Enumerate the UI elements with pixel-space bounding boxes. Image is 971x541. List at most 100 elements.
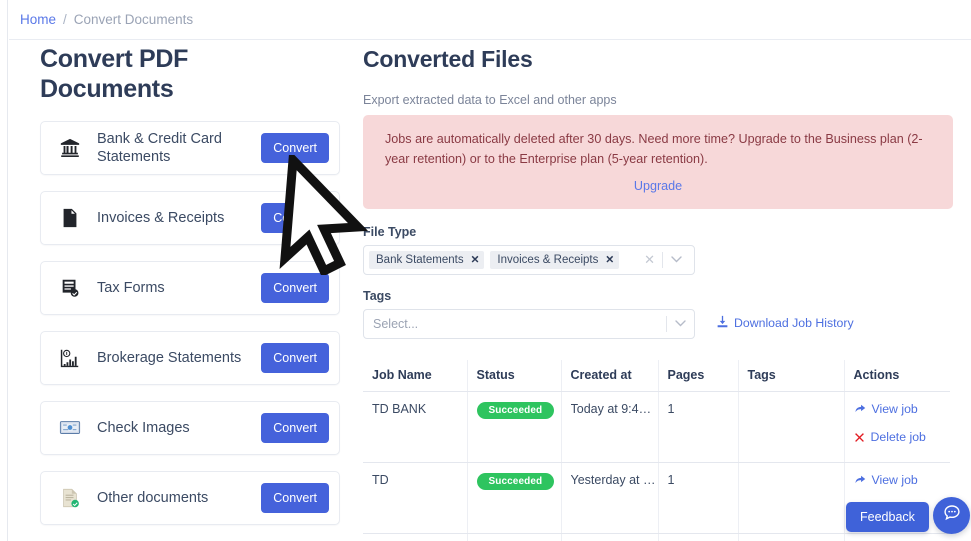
cell-status: Succeeded [467, 462, 562, 534]
convert-button-tax-forms[interactable]: Convert [261, 273, 329, 303]
delete-job-label: Delete job [870, 430, 926, 444]
view-job-link[interactable]: View job [854, 402, 951, 416]
delete-job-link[interactable]: Delete job [854, 430, 951, 444]
chip-label: Bank Statements [376, 254, 464, 266]
file-type-chip-bank-statements[interactable]: Bank Statements ✕ [369, 251, 485, 269]
doc-card-label: Brokerage Statements [97, 350, 242, 366]
table-header-row: Job Name Status Created at Pages Tags Ac… [363, 360, 950, 392]
cell-job-name: TD BANK [363, 391, 468, 463]
cell-created-at: Yesterday at 9:... [561, 533, 659, 541]
feedback-button[interactable]: Feedback [846, 502, 929, 532]
doc-card-check-images[interactable]: Check Images Convert [40, 401, 340, 455]
cell-status: Succeeded [467, 391, 562, 463]
convert-button-check-images[interactable]: Convert [261, 413, 329, 443]
breadcrumb-separator: / [63, 12, 67, 27]
download-icon [716, 315, 734, 331]
status-badge: Succeeded [476, 402, 555, 419]
breadcrumb: Home / Convert Documents [9, 0, 971, 40]
brokerage-icon [55, 347, 85, 369]
doc-card-tax-forms[interactable]: Tax Forms Convert [40, 261, 340, 315]
check-image-icon [55, 417, 85, 439]
convert-button-bank-statements[interactable]: Convert [261, 133, 329, 163]
doc-card-invoices-receipts[interactable]: Invoices & Receipts Convert [40, 191, 340, 245]
download-job-history-label: Download Job History [734, 316, 854, 330]
panel-title: Converted Files [363, 46, 533, 72]
cell-pages: 1 [658, 533, 739, 541]
doc-card-label: Bank & Credit Card Statements [97, 131, 222, 165]
file-type-chip-invoices-receipts[interactable]: Invoices & Receipts ✕ [490, 251, 620, 269]
clear-all-icon[interactable]: ✕ [637, 252, 662, 268]
convert-panel: Convert PDF Documents Bank & Credit Card… [40, 44, 340, 541]
cell-tags [738, 533, 845, 541]
tags-select[interactable]: Select... [363, 309, 695, 339]
created-at-value: Today at 9:40 ... [570, 402, 658, 416]
view-job-label: View job [871, 473, 918, 487]
page-root: Home / Convert Documents Convert PDF Doc… [0, 0, 971, 541]
cell-tags [738, 391, 845, 463]
arrow-forward-icon [854, 474, 866, 486]
col-created-at[interactable]: Created at [561, 360, 659, 392]
convert-button-invoices-receipts[interactable]: Convert [261, 203, 329, 233]
bank-icon [55, 137, 85, 159]
doc-card-label: Check Images [97, 420, 190, 436]
created-at-value: Yesterday at 1... [570, 473, 658, 487]
invoice-icon [55, 207, 85, 229]
file-type-select[interactable]: Bank Statements ✕ Invoices & Receipts ✕ … [363, 245, 695, 275]
cell-job-name: TD [363, 462, 468, 534]
tags-filter-row: Tags Select... Download Job History [363, 289, 953, 339]
col-tags[interactable]: Tags [738, 360, 845, 392]
cell-created-at: Yesterday at 1... [561, 462, 659, 534]
breadcrumb-home-link[interactable]: Home [20, 12, 56, 27]
chip-label: Invoices & Receipts [497, 254, 599, 266]
collapsed-sidebar-rail [0, 0, 8, 541]
doc-card-label: Tax Forms [97, 280, 165, 296]
document-type-list: Bank & Credit Card Statements Convert In… [40, 121, 340, 525]
cell-job-name: Example [363, 533, 468, 541]
col-status[interactable]: Status [467, 360, 562, 392]
file-type-filter: File Type Bank Statements ✕ Invoices & R… [363, 225, 953, 275]
panel-subtitle: Export extracted data to Excel and other… [363, 93, 617, 107]
table-row: TD BANK Succeeded Today at 9:40 ... 1 Vi… [363, 391, 951, 463]
col-job-name[interactable]: Job Name [363, 360, 468, 392]
converted-files-panel: Converted Files Export extracted data to… [363, 46, 953, 541]
close-icon [854, 432, 865, 443]
cell-pages: 1 [658, 391, 739, 463]
doc-card-brokerage-statements[interactable]: Brokerage Statements Convert [40, 331, 340, 385]
cell-status: Succeeded [467, 533, 562, 541]
doc-card-label: Invoices & Receipts [97, 210, 225, 226]
page-title: Convert PDF Documents [40, 45, 189, 103]
cell-tags [738, 462, 845, 534]
convert-button-brokerage-statements[interactable]: Convert [261, 343, 329, 373]
cell-created-at: Today at 9:40 ... [561, 391, 659, 463]
tax-form-icon [55, 277, 85, 299]
breadcrumb-current: Convert Documents [73, 12, 194, 27]
retention-alert-text: Jobs are automatically deleted after 30 … [385, 132, 923, 166]
retention-alert: Jobs are automatically deleted after 30 … [363, 115, 953, 209]
other-document-icon [55, 487, 85, 509]
file-type-label: File Type [363, 225, 417, 239]
convert-button-other-documents[interactable]: Convert [261, 483, 329, 513]
cell-actions: View job Delete job [844, 533, 950, 541]
arrow-forward-icon [854, 403, 866, 415]
tags-select-placeholder: Select... [373, 317, 419, 331]
doc-card-bank-statements[interactable]: Bank & Credit Card Statements Convert [40, 121, 340, 175]
cell-actions: View job Delete job [844, 391, 951, 463]
view-job-link[interactable]: View job [854, 473, 951, 487]
col-pages[interactable]: Pages [658, 360, 739, 392]
chevron-down-icon[interactable] [663, 255, 690, 266]
status-badge: Succeeded [476, 473, 555, 490]
chevron-down-icon[interactable] [667, 319, 694, 330]
chat-button[interactable] [933, 497, 970, 534]
table-row: Example Succeeded Yesterday at 9:... 1 [363, 533, 950, 541]
doc-card-label: Other documents [97, 490, 209, 506]
chat-bubble-icon [942, 503, 962, 528]
download-job-history-link[interactable]: Download Job History [716, 315, 854, 331]
upgrade-link[interactable]: Upgrade [385, 179, 931, 193]
chip-remove-icon[interactable]: ✕ [605, 254, 614, 266]
col-actions: Actions [844, 360, 950, 392]
doc-card-other-documents[interactable]: Other documents Convert [40, 471, 340, 525]
chip-remove-icon[interactable]: ✕ [471, 254, 480, 266]
tags-label: Tags [363, 289, 392, 303]
view-job-label: View job [871, 402, 918, 416]
cell-pages: 1 [658, 462, 739, 534]
